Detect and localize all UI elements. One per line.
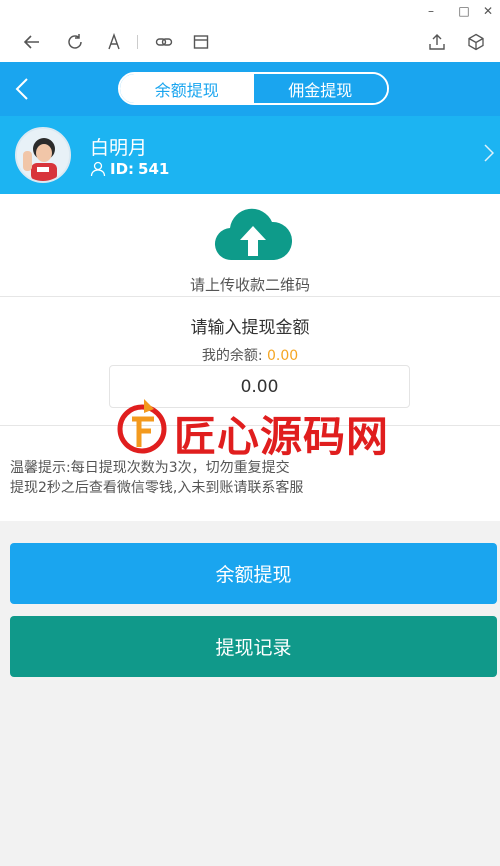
window-icon[interactable] xyxy=(189,30,213,54)
chevron-left-icon xyxy=(15,78,28,100)
back-icon[interactable] xyxy=(20,30,44,54)
profile-id: ID: 541 xyxy=(90,160,169,178)
user-icon xyxy=(90,161,106,177)
withdraw-type-tabs: 余额提现 佣金提现 xyxy=(118,72,389,105)
refresh-icon[interactable] xyxy=(63,30,87,54)
watermark: 匠心源码网 xyxy=(112,395,402,465)
withdraw-button[interactable]: 余额提现 xyxy=(10,543,497,604)
tab-commission-withdraw[interactable]: 佣金提现 xyxy=(253,74,387,103)
minimize-button[interactable]: – xyxy=(413,0,449,22)
chevron-right-icon xyxy=(484,144,495,166)
profile-card[interactable]: 白明月 ID: 541 xyxy=(0,116,500,194)
toolbar-separator xyxy=(137,35,138,49)
close-icon: ✕ xyxy=(482,4,494,18)
tip-line-2: 提现2秒之后查看微信零钱,入未到账请联系客服 xyxy=(10,480,304,496)
profile-id-label: ID: xyxy=(110,160,135,178)
balance-line: 我的余额: 0.00 xyxy=(0,345,500,365)
qrcode-upload-area[interactable]: 请上传收款二维码 xyxy=(0,194,500,297)
upload-qrcode-label: 请上传收款二维码 xyxy=(189,276,310,294)
browser-toolbar xyxy=(0,22,500,62)
balance-value: 0.00 xyxy=(267,348,299,364)
share-icon[interactable] xyxy=(425,30,449,54)
avatar xyxy=(15,127,71,183)
withdraw-record-button[interactable]: 提现记录 xyxy=(10,616,497,677)
font-icon[interactable] xyxy=(102,30,126,54)
profile-name: 白明月 xyxy=(90,137,148,159)
close-button[interactable]: ✕ xyxy=(470,0,500,22)
balance-label: 我的余额: xyxy=(201,348,263,364)
profile-id-value: 541 xyxy=(138,160,170,178)
watermark-logo-icon xyxy=(117,399,167,454)
amount-title: 请输入提现金额 xyxy=(190,318,310,338)
cloud-upload-icon xyxy=(214,206,293,266)
app-header: 余额提现 佣金提现 xyxy=(0,62,500,116)
watermark-text: 匠心源码网 xyxy=(174,412,390,461)
maximize-icon: □ xyxy=(458,4,470,18)
back-button[interactable] xyxy=(10,74,34,104)
cube-icon[interactable] xyxy=(464,30,488,54)
tab-balance-withdraw[interactable]: 余额提现 xyxy=(120,74,254,103)
minimize-icon: – xyxy=(428,4,434,18)
link-icon[interactable] xyxy=(152,30,176,54)
window-titlebar: – □ ✕ xyxy=(0,0,500,22)
